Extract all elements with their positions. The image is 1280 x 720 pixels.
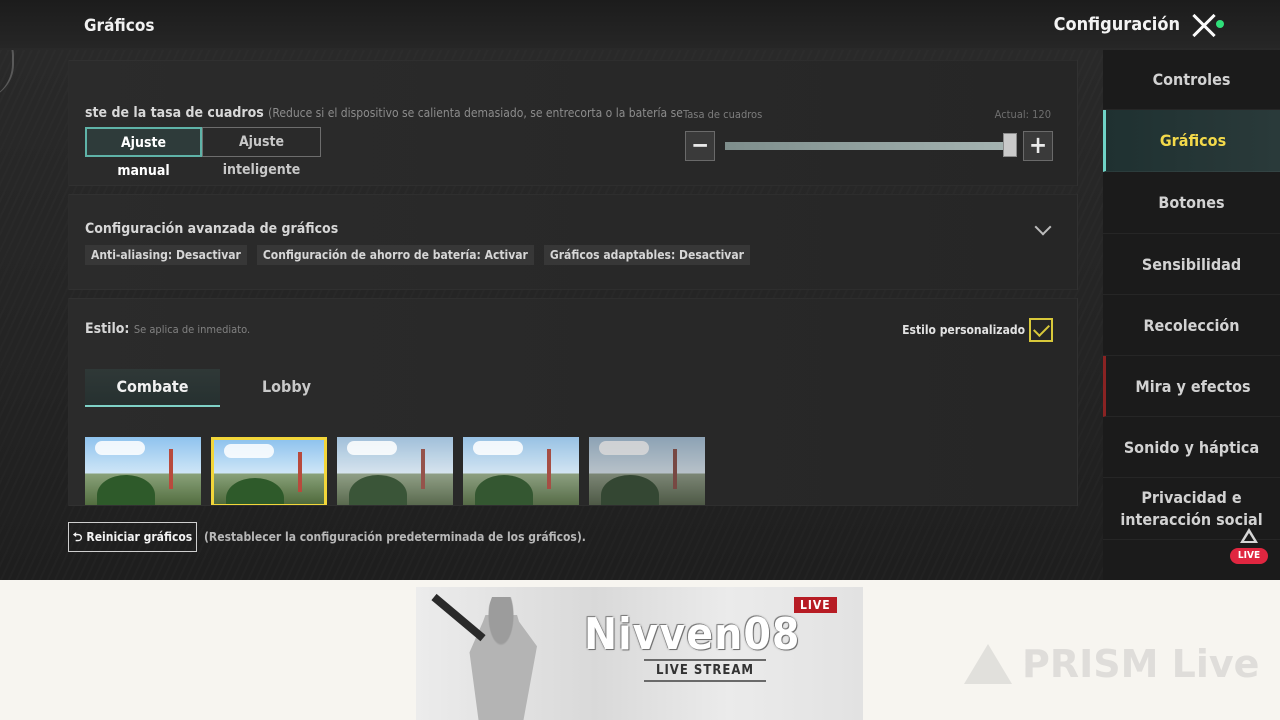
- frame-rate-slider-handle[interactable]: [1003, 133, 1017, 157]
- reset-graphics-button[interactable]: ⮌ Reiniciar gráficos: [68, 522, 197, 552]
- sidebar-item-scope-effects[interactable]: Mira y efectos: [1103, 356, 1280, 417]
- reset-icon: ⮌: [72, 530, 83, 544]
- advanced-settings-summary: Anti-aliasing: Desactivar Configuración …: [85, 245, 750, 265]
- sidebar-item-buttons[interactable]: Botones: [1103, 172, 1280, 234]
- adaptive-graphics-chip: Gráficos adaptables: Desactivar: [543, 245, 750, 265]
- advanced-graphics-title: Configuración avanzada de gráficos: [85, 221, 339, 237]
- style-thumbnails: [85, 437, 705, 505]
- banner-subtitle: LIVE STREAM: [644, 659, 767, 682]
- frame-rate-slider-title: Tasa de cuadros: [683, 108, 763, 121]
- prism-watermark: PRISM Live: [1022, 642, 1260, 686]
- reset-graphics-note: (Restablecer la configuración predetermi…: [204, 530, 586, 544]
- style-thumbnail[interactable]: [85, 437, 201, 505]
- sidebar-item-sound-haptics[interactable]: Sonido y háptica: [1103, 417, 1280, 478]
- frame-rate-title: ste de la tasa de cuadros: [85, 105, 264, 121]
- custom-style-label: Estilo personalizado: [902, 323, 1025, 337]
- tab-combat[interactable]: Combate: [85, 369, 220, 407]
- settings-sidebar: Controles Gráficos Botones Sensibilidad …: [1103, 50, 1280, 580]
- tab-lobby[interactable]: Lobby: [219, 369, 354, 407]
- decrease-frame-rate-button[interactable]: −: [685, 131, 715, 161]
- style-label: Estilo: Se aplica de inmediato.: [85, 321, 250, 337]
- prism-logo-icon: [1240, 528, 1258, 543]
- settings-title: Configuración: [1053, 14, 1180, 35]
- anti-aliasing-chip: Anti-aliasing: Desactivar: [85, 245, 247, 265]
- style-thumbnail[interactable]: [589, 437, 705, 505]
- reset-graphics-label: Reiniciar gráficos: [86, 530, 193, 544]
- style-thumbnail[interactable]: [463, 437, 579, 505]
- frame-rate-hint: (Reduce si el dispositivo se calienta de…: [268, 106, 685, 120]
- status-dot-icon: [1216, 20, 1224, 28]
- advanced-graphics-panel[interactable]: Configuración avanzada de gráficos Anti-…: [68, 194, 1078, 290]
- style-thumbnail[interactable]: [337, 437, 453, 505]
- rifle-icon: [431, 593, 486, 642]
- close-icon[interactable]: [1188, 10, 1220, 42]
- section-title: Gráficos: [84, 16, 155, 36]
- chevron-down-icon[interactable]: [1034, 218, 1052, 236]
- custom-style-checkbox[interactable]: [1029, 318, 1053, 342]
- style-thumbnail[interactable]: [211, 437, 327, 505]
- streamer-name: Nivven08: [584, 609, 801, 660]
- sidebar-item-controls[interactable]: Controles: [1103, 50, 1280, 110]
- sidebar-item-graphics[interactable]: Gráficos: [1103, 110, 1280, 172]
- style-title: Estilo:: [85, 321, 130, 337]
- sidebar-item-sensitivity[interactable]: Sensibilidad: [1103, 234, 1280, 295]
- stream-banner: LIVE Nivven08 LIVE STREAM: [416, 587, 863, 720]
- prism-watermark-icon: [964, 644, 1012, 684]
- style-panel: Estilo: Se aplica de inmediato. Estilo p…: [68, 298, 1078, 506]
- manual-adjust-button[interactable]: Ajuste manual: [85, 127, 202, 179]
- frame-rate-slider-fill: [725, 142, 1010, 150]
- increase-frame-rate-button[interactable]: +: [1023, 131, 1053, 161]
- frame-rate-label: ste de la tasa de cuadros (Reduce si el …: [85, 105, 685, 121]
- game-settings-screen: Gráficos Configuración ste de la tasa de…: [0, 0, 1280, 580]
- frame-rate-current-value: Actual: 120: [994, 108, 1051, 121]
- smart-adjust-button[interactable]: Ajuste inteligente: [202, 127, 321, 178]
- sidebar-item-pickup[interactable]: Recolección: [1103, 295, 1280, 356]
- battery-saver-chip: Configuración de ahorro de batería: Acti…: [256, 245, 534, 265]
- top-bar: Gráficos Configuración: [0, 0, 1280, 50]
- character-figure: [469, 597, 537, 720]
- frame-rate-slider[interactable]: [725, 142, 1013, 150]
- style-hint: Se aplica de inmediato.: [133, 323, 251, 336]
- live-badge: LIVE: [1230, 548, 1268, 564]
- frame-rate-panel: ste de la tasa de cuadros (Reduce si el …: [68, 60, 1078, 186]
